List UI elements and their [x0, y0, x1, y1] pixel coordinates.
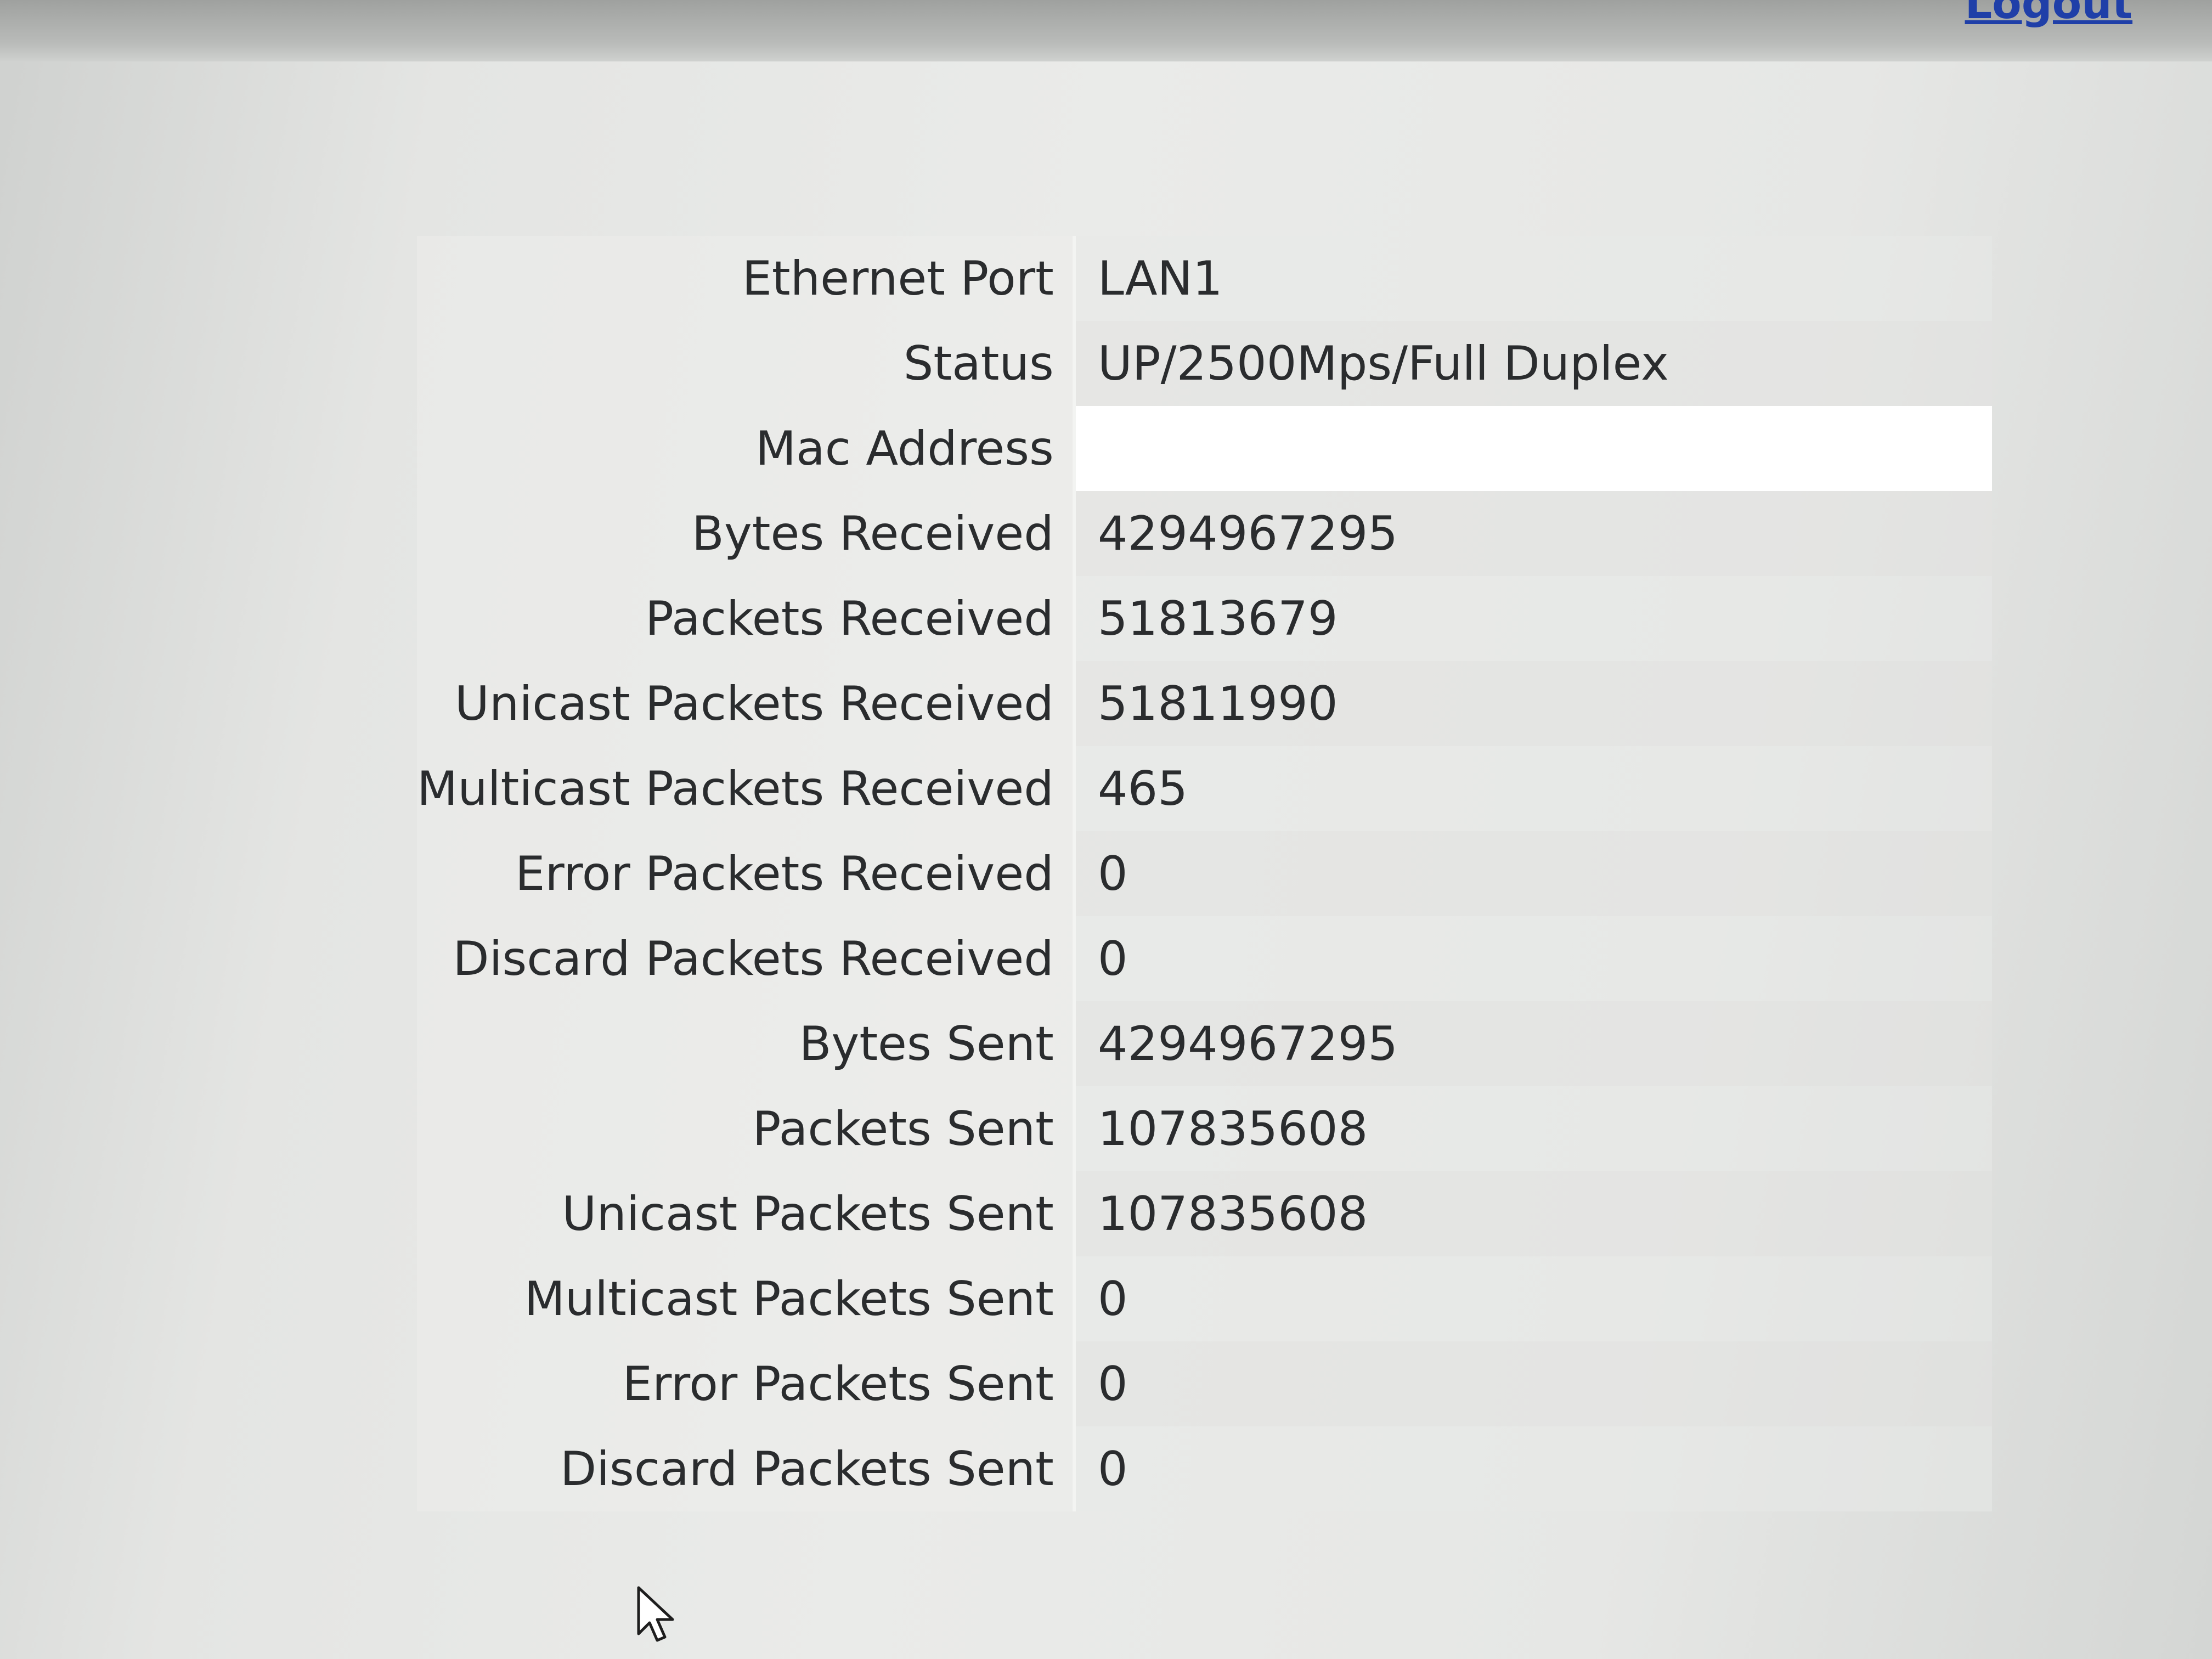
- table-row-status: Status UP/2500Mps/Full Duplex: [417, 321, 1992, 406]
- table-row-multicast-packets-received: Multicast Packets Received 465: [417, 746, 1992, 831]
- table-row-error-packets-sent: Error Packets Sent 0: [417, 1341, 1992, 1426]
- table-row-ethernet-port: Ethernet Port LAN1: [417, 236, 1992, 321]
- row-value: 107835608: [1072, 1086, 1992, 1171]
- table-row-discard-packets-sent: Discard Packets Sent 0: [417, 1426, 1992, 1511]
- table-row-bytes-received: Bytes Received 4294967295: [417, 491, 1992, 576]
- row-label: Bytes Received: [417, 491, 1073, 576]
- row-label: Unicast Packets Received: [417, 661, 1073, 746]
- table-row-error-packets-received: Error Packets Received 0: [417, 831, 1992, 916]
- mac-address-redacted-value: [1072, 406, 1992, 491]
- row-label: Multicast Packets Sent: [417, 1256, 1073, 1341]
- ethernet-stats-table: Ethernet Port LAN1 Status UP/2500Mps/Ful…: [417, 236, 1992, 1511]
- row-label: Ethernet Port: [417, 236, 1073, 321]
- row-value: LAN1: [1072, 236, 1992, 321]
- table-row-unicast-packets-received: Unicast Packets Received 51811990: [417, 661, 1992, 746]
- row-label: Discard Packets Received: [417, 916, 1073, 1001]
- table-row-bytes-sent: Bytes Sent 4294967295: [417, 1001, 1992, 1086]
- row-value: 4294967295: [1072, 491, 1992, 576]
- row-label: Discard Packets Sent: [417, 1426, 1073, 1511]
- row-value: 0: [1072, 916, 1992, 1001]
- table-row-discard-packets-received: Discard Packets Received 0: [417, 916, 1992, 1001]
- table-row-mac-address: Mac Address: [417, 406, 1992, 491]
- logout-link[interactable]: Logout: [1965, 0, 2132, 29]
- row-value: UP/2500Mps/Full Duplex: [1072, 321, 1992, 406]
- top-header-bar: Logout: [0, 0, 2212, 61]
- row-label: Status: [417, 321, 1073, 406]
- row-value: 0: [1072, 1426, 1992, 1511]
- table-row-unicast-packets-sent: Unicast Packets Sent 107835608: [417, 1171, 1992, 1256]
- table-row-packets-sent: Packets Sent 107835608: [417, 1086, 1992, 1171]
- row-label: Bytes Sent: [417, 1001, 1073, 1086]
- row-value: 4294967295: [1072, 1001, 1992, 1086]
- row-value: 465: [1072, 746, 1992, 831]
- table-row-packets-received: Packets Received 51813679: [417, 576, 1992, 661]
- row-label: Mac Address: [417, 406, 1073, 491]
- row-label: Unicast Packets Sent: [417, 1171, 1073, 1256]
- row-value: 0: [1072, 831, 1992, 916]
- row-value: 0: [1072, 1256, 1992, 1341]
- redaction-box: [1097, 409, 1937, 488]
- row-value: 107835608: [1072, 1171, 1992, 1256]
- row-label: Error Packets Received: [417, 831, 1073, 916]
- mouse-pointer-icon: [637, 1586, 674, 1642]
- row-value: 51813679: [1072, 576, 1992, 661]
- row-label: Error Packets Sent: [417, 1341, 1073, 1426]
- row-value: 0: [1072, 1341, 1992, 1426]
- table-row-multicast-packets-sent: Multicast Packets Sent 0: [417, 1256, 1992, 1341]
- row-label: Multicast Packets Received: [417, 746, 1073, 831]
- row-label: Packets Received: [417, 576, 1073, 661]
- ethernet-statistics-panel: Ethernet Port LAN1 Status UP/2500Mps/Ful…: [0, 110, 2212, 1591]
- row-value: 51811990: [1072, 661, 1992, 746]
- row-label: Packets Sent: [417, 1086, 1073, 1171]
